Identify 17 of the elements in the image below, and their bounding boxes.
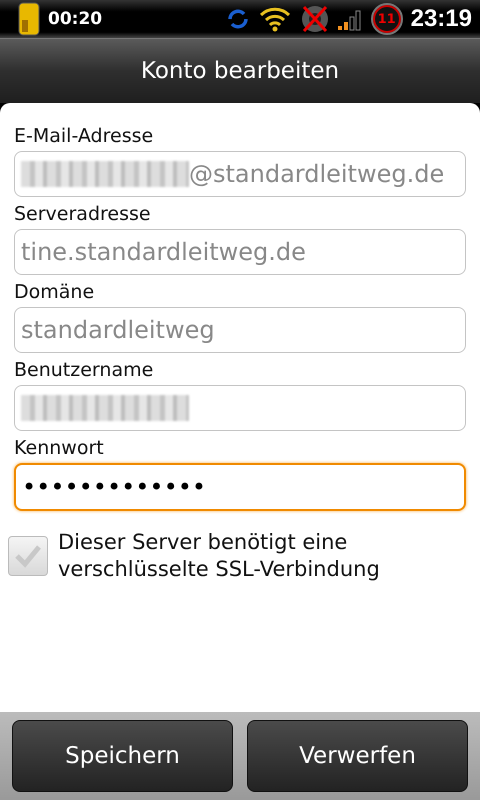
field-label: Serveradresse	[14, 202, 152, 227]
input-field[interactable]: •••••••••••••	[14, 463, 466, 511]
field-label: E-Mail-Adresse	[14, 124, 154, 149]
clock: 23:19	[410, 5, 472, 33]
field-label: Domäne	[14, 280, 96, 305]
battery-icon	[18, 2, 40, 36]
screen-title: Konto bearbeiten	[140, 58, 340, 84]
field-label: Kennwort	[14, 436, 105, 461]
notification-count: 11	[378, 12, 396, 26]
save-button[interactable]: Speichern	[12, 720, 233, 792]
check-icon	[14, 544, 42, 568]
ssl-checkbox[interactable]	[8, 536, 48, 576]
timer-text: 00:20	[48, 9, 102, 29]
wifi-icon	[258, 6, 291, 32]
checkbox-label: Dieser Server benötigt eine verschlüsselte SSL-Verbindung	[58, 529, 381, 583]
discard-button[interactable]: Verwerfen	[247, 720, 468, 792]
field-label: Benutzername	[14, 358, 154, 383]
